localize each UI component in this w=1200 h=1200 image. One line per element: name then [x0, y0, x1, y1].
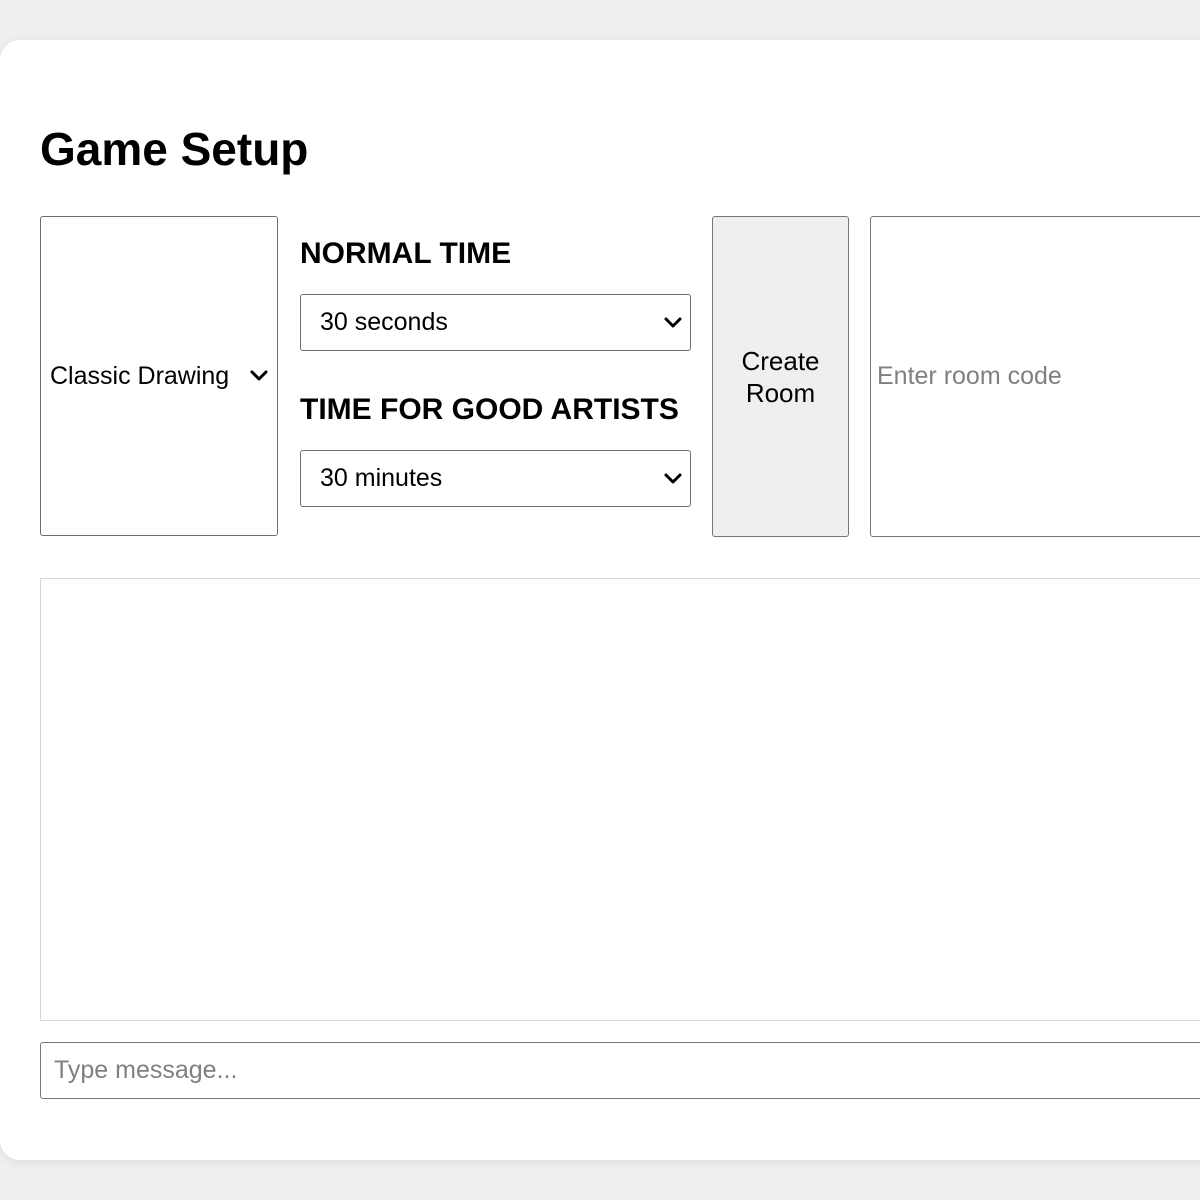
game-mode-selected-value: Classic Drawing [50, 361, 230, 390]
good-artists-time-label: TIME FOR GOOD ARTISTS [300, 393, 679, 426]
game-mode-select[interactable]: Classic Drawing [40, 216, 278, 536]
good-artists-time-selected-value: 30 minutes [320, 464, 443, 492]
room-code-input[interactable] [870, 216, 1200, 537]
normal-time-selected-value: 30 seconds [320, 308, 448, 336]
chat-messages-area[interactable] [40, 578, 1200, 1021]
chevron-down-icon [664, 317, 682, 328]
normal-time-label: NORMAL TIME [300, 237, 512, 270]
message-input[interactable] [40, 1042, 1200, 1099]
game-setup-card: Game Setup Classic Drawing NORMAL TIME 3… [0, 40, 1200, 1160]
good-artists-time-select[interactable]: 30 minutes [300, 450, 691, 507]
chevron-down-icon [664, 473, 682, 484]
page-title: Game Setup [40, 123, 309, 175]
chevron-down-icon [250, 370, 268, 381]
create-room-button[interactable]: Create Room [712, 216, 849, 537]
normal-time-select[interactable]: 30 seconds [300, 294, 691, 351]
